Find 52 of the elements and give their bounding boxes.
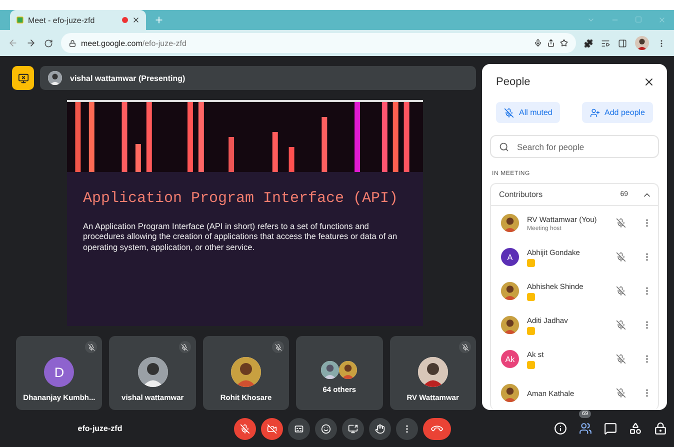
- reload-icon[interactable]: [44, 38, 53, 48]
- stop-presenting-button[interactable]: [12, 66, 34, 90]
- share-icon[interactable]: [547, 39, 555, 47]
- smiley-icon: [321, 424, 331, 434]
- close-icon[interactable]: [132, 16, 140, 24]
- avatar: A: [501, 248, 519, 266]
- microphone-button[interactable]: [234, 418, 256, 440]
- add-people-button[interactable]: Add people: [582, 102, 653, 123]
- all-muted-button[interactable]: All muted: [496, 102, 560, 123]
- lock-icon: [654, 422, 666, 435]
- avatar: Ak: [501, 350, 519, 368]
- meet-logo-icon: [16, 16, 24, 24]
- camera-off-icon: [267, 424, 277, 434]
- star-icon[interactable]: [560, 39, 568, 47]
- mic-off-icon: [240, 424, 250, 434]
- browser-tab[interactable]: Meet - efo-juze-zfd: [10, 10, 146, 30]
- screen-share-icon: [348, 424, 358, 434]
- meeting-code: efo-juze-zfd: [76, 424, 124, 433]
- leave-call-button[interactable]: [423, 418, 451, 440]
- address-bar[interactable]: meet.google.com/efo-juze-zfd: [61, 33, 576, 53]
- tab-title: Meet - efo-juze-zfd: [28, 16, 96, 24]
- add-person-icon: [590, 108, 600, 118]
- mic-icon[interactable]: [534, 39, 542, 47]
- chat-icon: [604, 422, 616, 435]
- raise-hand-button[interactable]: [369, 418, 391, 440]
- camera-button[interactable]: [261, 418, 283, 440]
- sidebar-icon[interactable]: [618, 38, 627, 48]
- forward-icon[interactable]: [26, 38, 36, 48]
- presenter-label: vishal wattamwar (Presenting): [70, 74, 186, 82]
- hand-icon: [375, 424, 385, 434]
- slide-text: An Application Program Interface (API in short) refers to a set of functions and procedures allowing the creation of applications that access the features or data of an operating system, application, or other service.: [83, 221, 398, 252]
- list-icon[interactable]: [601, 38, 610, 48]
- captions-button[interactable]: [288, 418, 310, 440]
- lock-icon: [69, 40, 76, 46]
- panel-title: People: [496, 76, 530, 88]
- close-icon[interactable]: [643, 76, 655, 88]
- shapes-icon: [628, 422, 642, 435]
- search-bar[interactable]: Search for people: [490, 135, 659, 158]
- search-icon: [499, 142, 509, 152]
- info-button[interactable]: [552, 420, 568, 438]
- slide-title: Application Program Interface (API): [83, 190, 400, 207]
- captions-icon: [294, 424, 304, 434]
- emoji-button[interactable]: [315, 418, 337, 440]
- puzzle-icon[interactable]: [584, 38, 593, 48]
- info-icon: [554, 422, 566, 435]
- people-icon: [578, 422, 592, 435]
- present-button[interactable]: [342, 418, 364, 440]
- url-text: meet.google.com/efo-juze-zfd: [81, 38, 188, 48]
- host-controls-button[interactable]: [652, 420, 668, 438]
- mic-off-icon: [504, 108, 514, 118]
- screen-off-icon: [18, 72, 28, 84]
- avatar: D: [44, 357, 74, 387]
